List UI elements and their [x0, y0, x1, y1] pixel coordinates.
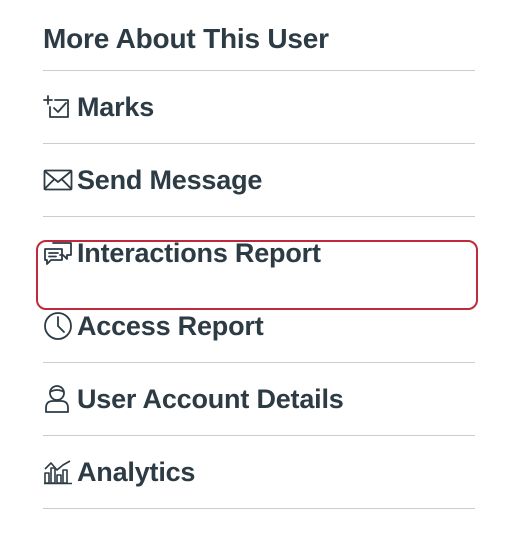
send-message-label: Send Message: [77, 164, 263, 195]
marks-icon: [43, 92, 73, 122]
send-message-link[interactable]: Send Message: [43, 144, 475, 217]
user-account-details-link[interactable]: User Account Details: [43, 363, 475, 436]
interactions-report-link[interactable]: Interactions Report: [43, 217, 475, 290]
panel-title: More About This User: [43, 0, 475, 71]
marks-label: Marks: [77, 91, 155, 122]
access-report-link[interactable]: Access Report: [43, 290, 475, 363]
access-report-label: Access Report: [77, 310, 264, 341]
analytics-icon: [43, 457, 73, 487]
chat-bubbles-icon: [43, 239, 73, 269]
envelope-icon: [43, 165, 73, 195]
user-icon: [43, 384, 73, 414]
clock-icon: [43, 311, 73, 341]
interactions-report-label: Interactions Report: [77, 238, 321, 268]
marks-link[interactable]: Marks: [43, 71, 475, 144]
analytics-label: Analytics: [77, 456, 196, 487]
user-account-details-label: User Account Details: [77, 383, 344, 414]
user-links-list: Marks Send Message Interactions Report A…: [43, 71, 475, 509]
user-links-panel: More About This User Marks Send Message …: [36, 0, 478, 509]
analytics-link[interactable]: Analytics: [43, 436, 475, 509]
